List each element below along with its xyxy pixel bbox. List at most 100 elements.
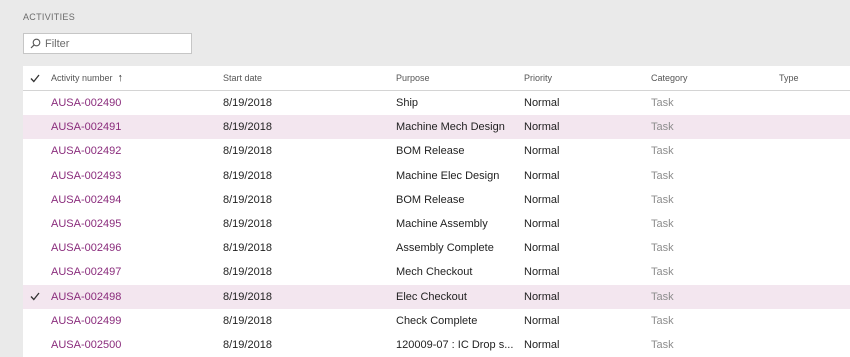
table-row[interactable]: AUSA-002496 8/19/2018 Assembly Complete Nor… [23, 236, 850, 260]
priority-cell: Normal [524, 218, 560, 231]
type-cell [779, 260, 849, 284]
table-row[interactable]: AUSA-002490 8/19/2018 Ship Normal Task [23, 91, 850, 115]
priority-cell: Normal [524, 97, 560, 110]
row-checkbox[interactable] [23, 91, 47, 115]
activity-number-link[interactable]: AUSA-002495 [51, 212, 221, 236]
start-date-cell: 8/19/2018 [223, 314, 272, 327]
purpose-cell: Machine Mech Design [396, 121, 505, 134]
type-cell [779, 139, 849, 163]
sort-ascending-icon: ↑ [117, 72, 124, 84]
purpose-cell: Machine Assembly [396, 218, 488, 231]
column-header-purpose[interactable]: Purpose [396, 66, 521, 90]
row-checkbox[interactable] [23, 164, 47, 188]
start-date-cell: 8/19/2018 [223, 145, 272, 158]
category-cell: Task [651, 218, 674, 231]
priority-cell: Normal [524, 169, 560, 182]
activity-number-link[interactable]: AUSA-002500 [51, 333, 221, 357]
type-cell [779, 285, 849, 309]
priority-cell: Normal [524, 193, 560, 206]
column-header-type[interactable]: Type [779, 66, 849, 90]
activity-number-link[interactable]: AUSA-002490 [51, 91, 221, 115]
start-date-cell: 8/19/2018 [223, 97, 272, 110]
category-cell: Task [651, 145, 674, 158]
table-row[interactable]: AUSA-002500 8/19/2018 120009-07 : IC Drop … [23, 333, 850, 357]
activity-number-link[interactable]: AUSA-002499 [51, 309, 221, 333]
category-cell: Task [651, 97, 674, 110]
priority-cell: Normal [524, 314, 560, 327]
row-checkbox[interactable] [23, 285, 47, 309]
table-row[interactable]: AUSA-002494 8/19/2018 BOM Release Normal Tas… [23, 188, 850, 212]
activity-number-link[interactable]: AUSA-002494 [51, 188, 221, 212]
activity-number-link[interactable]: AUSA-002498 [51, 285, 221, 309]
grid-body: AUSA-002490 8/19/2018 Ship Normal Task AUSA-0… [23, 91, 850, 357]
column-header-priority[interactable]: Priority [524, 66, 649, 90]
purpose-cell: Elec Checkout [396, 290, 467, 303]
table-row[interactable]: AUSA-002498 8/19/2018 Elec Checkout Normal T… [23, 284, 850, 309]
priority-cell: Normal [524, 145, 560, 158]
table-row[interactable]: AUSA-002495 8/19/2018 Machine Assembly Norm… [23, 212, 850, 236]
select-all-checkbox[interactable] [23, 66, 47, 90]
type-cell [779, 164, 849, 188]
start-date-cell: 8/19/2018 [223, 218, 272, 231]
priority-cell: Normal [524, 290, 560, 303]
purpose-cell: Mech Checkout [396, 266, 473, 279]
purpose-cell: BOM Release [396, 193, 465, 206]
type-cell [779, 333, 849, 357]
purpose-cell: Machine Elec Design [396, 169, 500, 182]
category-cell: Task [651, 121, 674, 134]
type-cell [779, 115, 849, 139]
row-checkbox[interactable] [23, 212, 47, 236]
type-cell [779, 91, 849, 115]
category-cell: Task [651, 193, 674, 206]
activity-number-link[interactable]: AUSA-002496 [51, 236, 221, 260]
purpose-cell: Assembly Complete [396, 242, 494, 255]
category-cell: Task [651, 290, 674, 303]
category-cell: Task [651, 242, 674, 255]
table-row[interactable]: AUSA-002499 8/19/2018 Check Complete Normal… [23, 309, 850, 333]
purpose-cell: BOM Release [396, 145, 465, 158]
row-checkbox[interactable] [23, 139, 47, 163]
row-checkbox[interactable] [23, 115, 47, 139]
activity-number-link[interactable]: AUSA-002492 [51, 139, 221, 163]
priority-cell: Normal [524, 121, 560, 134]
section-title: ACTIVITIES [23, 12, 76, 22]
purpose-cell: 120009-07 : IC Drop s... [396, 338, 514, 351]
row-checkbox[interactable] [23, 188, 47, 212]
table-row[interactable]: AUSA-002491 8/19/2018 Machine Mech Design N… [23, 115, 850, 140]
filter-box[interactable] [23, 33, 192, 54]
category-cell: Task [651, 169, 674, 182]
purpose-cell: Ship [396, 97, 419, 110]
priority-cell: Normal [524, 266, 560, 279]
checkmark-icon [30, 74, 40, 82]
filter-input[interactable] [45, 37, 185, 50]
activity-number-link[interactable]: AUSA-002497 [51, 260, 221, 284]
activity-number-link[interactable]: AUSA-002491 [51, 115, 221, 139]
start-date-cell: 8/19/2018 [223, 169, 272, 182]
activities-grid: Activity number ↑ Start date Purpose Pri… [23, 66, 850, 357]
type-cell [779, 309, 849, 333]
column-header-start-date[interactable]: Start date [223, 66, 393, 90]
category-cell: Task [651, 338, 674, 351]
column-header-category[interactable]: Category [651, 66, 776, 90]
table-row[interactable]: AUSA-002493 8/19/2018 Machine Elec Design N… [23, 164, 850, 188]
purpose-cell: Check Complete [396, 314, 478, 327]
activity-number-link[interactable]: AUSA-002493 [51, 164, 221, 188]
grid-header: Activity number ↑ Start date Purpose Pri… [23, 66, 850, 91]
row-checkbox[interactable] [23, 333, 47, 357]
priority-cell: Normal [524, 242, 560, 255]
start-date-cell: 8/19/2018 [223, 338, 272, 351]
category-cell: Task [651, 314, 674, 327]
checkmark-icon [30, 292, 40, 301]
table-row[interactable]: AUSA-002492 8/19/2018 BOM Release Normal Tas… [23, 139, 850, 163]
type-cell [779, 188, 849, 212]
row-checkbox[interactable] [23, 236, 47, 260]
category-cell: Task [651, 266, 674, 279]
type-cell [779, 236, 849, 260]
column-header-activity-number[interactable]: Activity number ↑ [51, 66, 221, 90]
row-checkbox[interactable] [23, 309, 47, 333]
row-checkbox[interactable] [23, 260, 47, 284]
start-date-cell: 8/19/2018 [223, 193, 272, 206]
table-row[interactable]: AUSA-002497 8/19/2018 Mech Checkout Normal T… [23, 260, 850, 284]
start-date-cell: 8/19/2018 [223, 290, 272, 303]
priority-cell: Normal [524, 338, 560, 351]
